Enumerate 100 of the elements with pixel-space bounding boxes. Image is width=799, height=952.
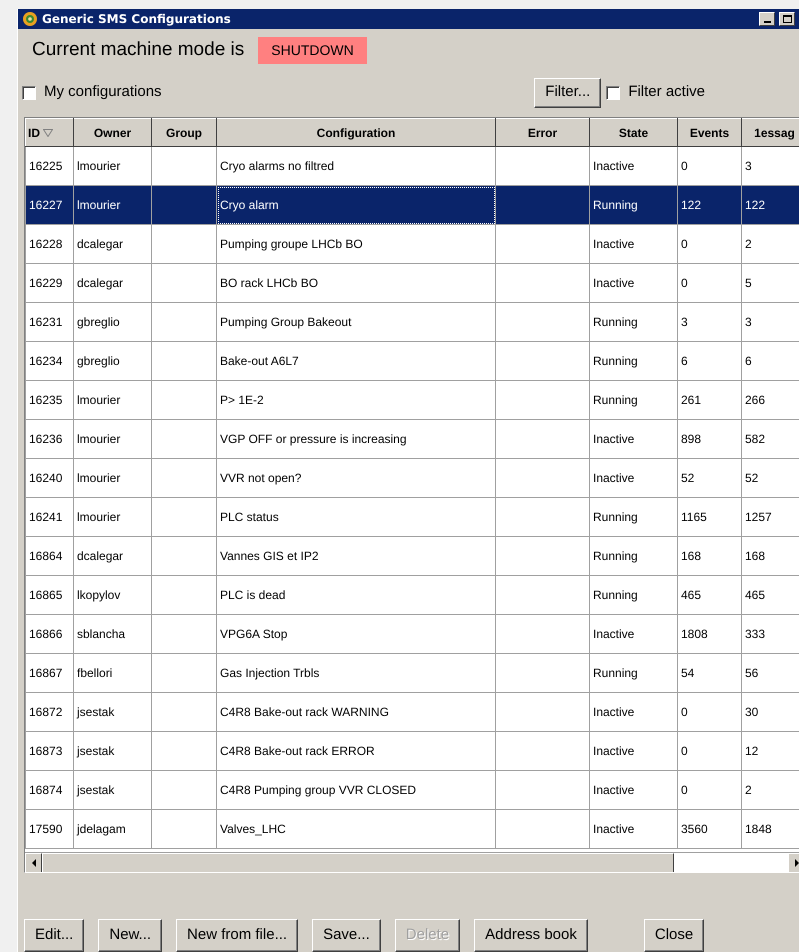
table-cell: 1165 <box>678 498 742 536</box>
column-header[interactable]: Events <box>678 118 742 146</box>
table-cell: Inactive <box>590 614 678 654</box>
dialog-button[interactable]: Close <box>644 919 704 952</box>
table-cell: jsestak <box>74 770 152 810</box>
table-cell: 16864 <box>26 536 74 576</box>
table-cell: Pumping Group Bakeout <box>216 302 496 342</box>
table-cell: lmourier <box>74 498 152 536</box>
table-cell: 16228 <box>26 224 74 264</box>
table-cell: Running <box>590 654 678 692</box>
column-header[interactable]: ID <box>26 118 74 146</box>
table-cell: Gas Injection Trbls <box>216 654 496 692</box>
table-cell: gbreglio <box>74 342 152 380</box>
table-cell: Running <box>590 536 678 576</box>
table-cell: 898 <box>678 420 742 458</box>
checkbox-label: My configurations <box>44 82 162 102</box>
table-cell: PLC is dead <box>216 576 496 614</box>
table-cell: Running <box>590 302 678 342</box>
table-cell <box>152 224 216 264</box>
table-cell <box>152 380 216 420</box>
table-cell: 16872 <box>26 692 74 732</box>
table-cell: lmourier <box>74 420 152 458</box>
table-cell: Running <box>590 576 678 614</box>
table-cell <box>152 420 216 458</box>
table-cell: 0 <box>678 770 742 810</box>
table-cell: dcalegar <box>74 224 152 264</box>
table-cell: lmourier <box>74 458 152 498</box>
column-header[interactable]: State <box>590 118 678 146</box>
checkbox[interactable] <box>606 86 620 100</box>
table-cell: P> 1E-2 <box>216 380 496 420</box>
column-header[interactable]: Configuration <box>216 118 496 146</box>
mode-status: SHUTDOWN <box>258 37 367 64</box>
table-cell: 16865 <box>26 576 74 614</box>
table-cell: 0 <box>678 224 742 264</box>
table-cell: 52 <box>678 458 742 498</box>
checkbox[interactable] <box>22 86 36 100</box>
table-cell: 16241 <box>26 498 74 536</box>
table-cell: PLC status <box>216 498 496 536</box>
table-cell: 16873 <box>26 732 74 770</box>
table-cell: Inactive <box>590 692 678 732</box>
maximize-button[interactable] <box>779 12 795 26</box>
table-cell: 3 <box>678 302 742 342</box>
table-cell: 17590 <box>26 810 74 848</box>
table-cell: 0 <box>678 732 742 770</box>
table-cell: Valves_LHC <box>216 810 496 848</box>
scrollbar-thumb[interactable] <box>42 853 674 872</box>
horizontal-scrollbar[interactable] <box>25 852 799 872</box>
table-cell: BO rack LHCb BO <box>216 264 496 302</box>
table-cell: VGP OFF or pressure is increasing <box>216 420 496 458</box>
dialog-button[interactable]: Save... <box>312 919 381 952</box>
column-header[interactable]: Error <box>496 118 590 146</box>
table-cell <box>152 302 216 342</box>
table-cell: 261 <box>678 380 742 420</box>
table-cell: 168 <box>678 536 742 576</box>
dialog-button[interactable]: New from file... <box>176 919 298 952</box>
filter-button[interactable]: Filter... <box>534 78 602 108</box>
table-cell: lkopylov <box>74 576 152 614</box>
table-cell: 54 <box>678 654 742 692</box>
table-cell: Pumping groupe LHCb BO <box>216 224 496 264</box>
table-cell: jsestak <box>74 692 152 732</box>
table-cell <box>152 770 216 810</box>
table-cell: jdelagam <box>74 810 152 848</box>
table-cell: 16231 <box>26 302 74 342</box>
table-cell: C4R8 Bake-out rack WARNING <box>216 692 496 732</box>
table-cell: Running <box>590 498 678 536</box>
table-cell: 1808 <box>678 614 742 654</box>
table-cell: Running <box>590 186 678 224</box>
column-header[interactable]: Group <box>152 118 216 146</box>
table-cell: 6 <box>678 342 742 380</box>
table-cell: Cryo alarm <box>216 186 496 224</box>
table-cell <box>152 536 216 576</box>
table-cell: 16874 <box>26 770 74 810</box>
table-cell: C4R8 Pumping group VVR CLOSED <box>216 770 496 810</box>
table-cell: VPG6A Stop <box>216 614 496 654</box>
table-cell: Inactive <box>590 770 678 810</box>
table-cell: gbreglio <box>74 302 152 342</box>
column-header[interactable]: Owner <box>74 118 152 146</box>
dialog-button[interactable]: Address book <box>474 919 588 952</box>
table-cell: Inactive <box>590 732 678 770</box>
scroll-left-button[interactable] <box>25 853 42 872</box>
table-cell: dcalegar <box>74 536 152 576</box>
table-cell: Bake-out A6L7 <box>216 342 496 380</box>
table-cell: 16227 <box>26 186 74 224</box>
table-cell <box>152 264 216 302</box>
sort-icon <box>43 129 53 138</box>
table-cell <box>152 654 216 692</box>
table-cell: 122 <box>678 186 742 224</box>
window-title: Generic SMS Configurations <box>42 11 232 28</box>
table-cell: 16236 <box>26 420 74 458</box>
dialog-button[interactable]: New... <box>98 919 162 952</box>
table-cell <box>152 458 216 498</box>
minimize-button[interactable] <box>759 12 775 26</box>
table-cell: fbellori <box>74 654 152 692</box>
column-header[interactable]: 1essag <box>742 118 799 146</box>
dialog-button[interactable]: Edit... <box>24 919 84 952</box>
table-cell <box>152 186 216 224</box>
checkbox-label: Filter active <box>628 82 705 102</box>
table-cell: Running <box>590 380 678 420</box>
left-arrow-icon <box>30 859 36 867</box>
table-cell: VVR not open? <box>216 458 496 498</box>
